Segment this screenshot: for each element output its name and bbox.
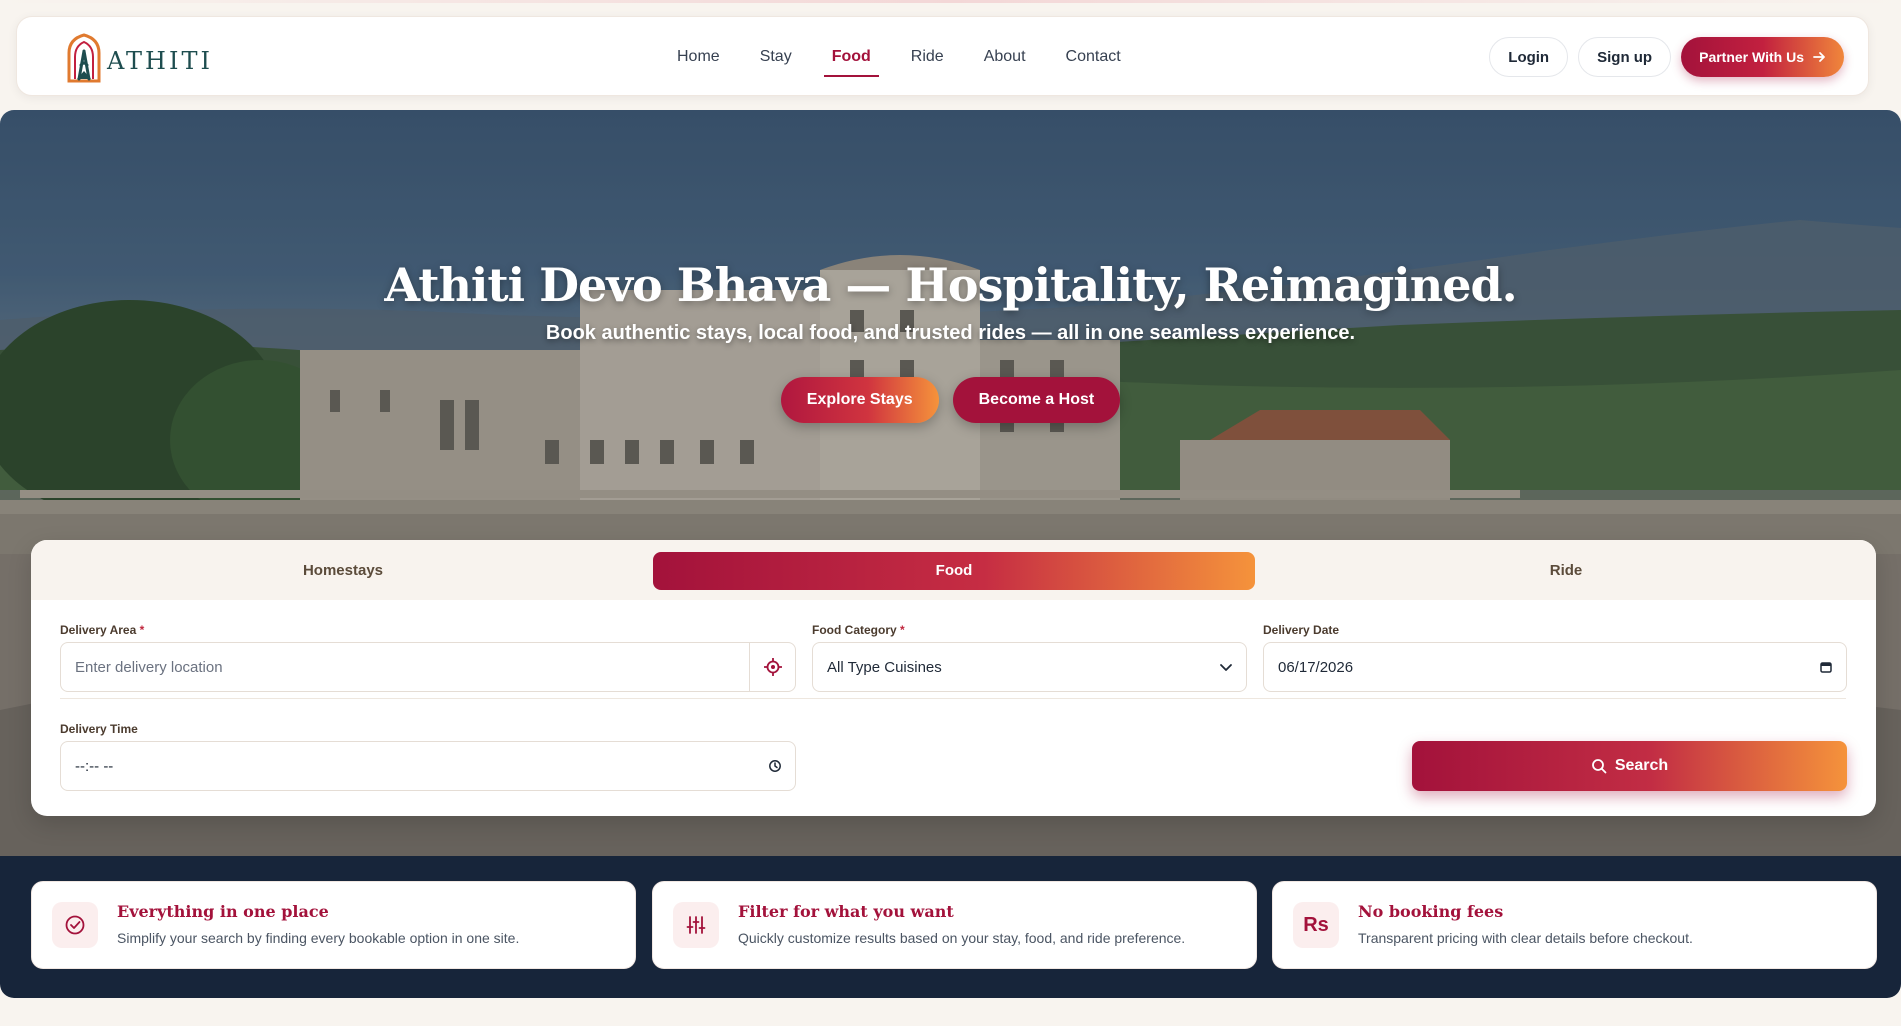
feature-title: No booking fees xyxy=(1358,902,1504,921)
crosshair-icon xyxy=(763,658,782,676)
search-button[interactable]: Search xyxy=(1412,741,1847,791)
signup-button[interactable]: Sign up xyxy=(1578,37,1672,77)
feature-card: Filter for what you want Quickly customi… xyxy=(652,881,1257,969)
search-panel: Homestays Food Ride Delivery Area * Food… xyxy=(31,540,1876,816)
delivery-date-field[interactable]: 06/17/2026 xyxy=(1263,642,1847,692)
food-category-label: Food Category * xyxy=(812,623,905,637)
delivery-date-value: 06/17/2026 xyxy=(1278,658,1354,676)
food-category-select[interactable]: All Type Cuisines xyxy=(812,642,1247,692)
nav-food[interactable]: Food xyxy=(812,17,891,97)
arrow-right-icon xyxy=(1813,52,1825,62)
features-strip: Everything in one place Simplify your se… xyxy=(0,856,1901,998)
search-button-label: Search xyxy=(1614,757,1669,774)
nav-actions: Login Sign up Partner With Us xyxy=(1489,37,1844,77)
hero-ctas: Explore Stays Become a Host xyxy=(0,377,1901,423)
nav-about[interactable]: About xyxy=(964,17,1046,97)
delivery-date-label-text: Delivery Date xyxy=(1263,623,1340,637)
delivery-time-label: Delivery Time xyxy=(60,722,138,736)
explore-stays-button[interactable]: Explore Stays xyxy=(780,377,939,423)
top-accent-line xyxy=(0,0,1901,3)
food-category-label-text: Food Category xyxy=(812,623,897,637)
partner-button[interactable]: Partner With Us xyxy=(1681,37,1844,77)
required-marker: * xyxy=(139,623,145,637)
main-nav: Home Stay Food Ride About Contact xyxy=(657,17,1141,97)
tab-food[interactable]: Food xyxy=(653,552,1255,590)
nav-home[interactable]: Home xyxy=(657,17,740,97)
locate-me-button[interactable] xyxy=(749,643,795,691)
search-icon xyxy=(1591,759,1607,774)
brand-name: ATHITI xyxy=(107,47,213,75)
feature-title: Filter for what you want xyxy=(738,902,954,921)
hero-subtitle: Book authentic stays, local food, and tr… xyxy=(545,322,1356,344)
clock-icon[interactable] xyxy=(755,759,795,773)
delivery-area-label-text: Delivery Area xyxy=(60,623,137,637)
become-host-button[interactable]: Become a Host xyxy=(952,377,1121,423)
chevron-down-icon xyxy=(1206,660,1246,674)
delivery-area-label: Delivery Area * xyxy=(60,623,144,637)
required-marker: * xyxy=(900,623,905,637)
login-button[interactable]: Login xyxy=(1489,37,1569,77)
delivery-area-input[interactable] xyxy=(61,643,749,691)
navbar: ATHITI Home Stay Food Ride About Contact… xyxy=(16,16,1869,96)
sliders-icon xyxy=(673,902,719,948)
feature-card: Rs No booking fees Transparent pricing w… xyxy=(1272,881,1877,969)
delivery-area-field xyxy=(60,642,796,692)
rupee-icon: Rs xyxy=(1293,902,1339,948)
feature-title: Everything in one place xyxy=(117,902,329,921)
nav-stay[interactable]: Stay xyxy=(740,17,812,97)
search-tabs: Homestays Food Ride xyxy=(31,540,1876,600)
tab-ride[interactable]: Ride xyxy=(1265,552,1867,590)
delivery-time-label-text: Delivery Time xyxy=(60,722,138,736)
delivery-time-field[interactable]: --:-- -- xyxy=(60,741,796,791)
feature-description: Simplify your search by finding every bo… xyxy=(117,930,520,946)
brand-logo[interactable]: ATHITI xyxy=(65,33,213,83)
feature-card: Everything in one place Simplify your se… xyxy=(31,881,636,969)
food-category-value: All Type Cuisines xyxy=(827,658,942,676)
tab-homestays[interactable]: Homestays xyxy=(43,552,643,590)
check-circle-icon xyxy=(52,902,98,948)
partner-button-label: Partner With Us xyxy=(1699,49,1804,65)
nav-contact[interactable]: Contact xyxy=(1046,17,1141,97)
calendar-icon[interactable] xyxy=(1806,660,1846,674)
nav-ride[interactable]: Ride xyxy=(891,17,964,97)
feature-description: Transparent pricing with clear details b… xyxy=(1358,930,1693,946)
athiti-logo-icon xyxy=(67,33,101,83)
delivery-time-value: --:-- -- xyxy=(75,757,114,775)
feature-description: Quickly customize results based on your … xyxy=(738,930,1186,946)
delivery-date-label: Delivery Date xyxy=(1263,623,1339,637)
form-divider xyxy=(60,698,1846,699)
hero-title: Athiti Devo Bhava — Hospitality, Reimagi… xyxy=(384,258,1517,312)
